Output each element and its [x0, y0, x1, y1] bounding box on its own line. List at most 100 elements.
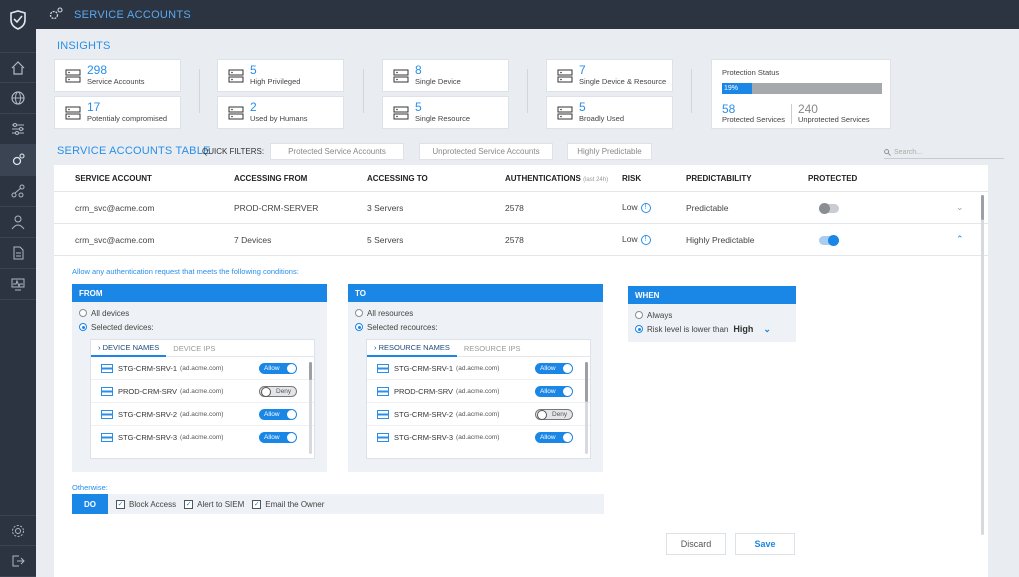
service-accounts-table: SERVICE ACCOUNT ACCESSING FROM ACCESSING… [54, 165, 988, 577]
tab-device-ips[interactable]: DEVICE IPS [166, 340, 222, 357]
insight-value: 298 [87, 63, 108, 77]
server-icon [101, 363, 113, 373]
server-icon [228, 69, 244, 82]
scrollbar-thumb[interactable] [585, 362, 588, 402]
header-authentications[interactable]: AUTHENTICATIONS (last 24h) [505, 174, 608, 183]
filter-protected[interactable]: Protected Service Accounts [270, 143, 404, 160]
radio-button[interactable] [635, 325, 643, 333]
filter-unprotected[interactable]: Unprotected Service Accounts [419, 143, 553, 160]
device-row: STG-CRM-SRV-3 (ad.acme.com) Allow [91, 426, 314, 449]
from-panel: FROM All devices Selected devices: › DEV… [72, 284, 327, 472]
from-option-all[interactable]: All devices [72, 306, 327, 320]
cell-to: 5 Servers [367, 234, 404, 245]
sliders-icon[interactable] [0, 114, 36, 145]
allow-toggle[interactable]: Allow [259, 362, 297, 374]
header-authentications-label: AUTHENTICATIONS [505, 173, 581, 183]
globe-icon[interactable] [0, 83, 36, 114]
discard-button[interactable]: Discard [666, 533, 726, 555]
graph-icon[interactable] [0, 176, 36, 207]
email-owner-checkbox[interactable]: ✓ Email the Owner [252, 499, 325, 509]
insight-card-single-resource[interactable]: 5 Single Resource [382, 96, 509, 129]
insight-card-single-device[interactable]: 8 Single Device [382, 59, 509, 92]
radio-button[interactable] [355, 309, 363, 317]
radio-button[interactable] [635, 311, 643, 319]
info-icon[interactable]: ! [640, 202, 651, 213]
server-icon [65, 106, 81, 119]
header-service-account[interactable]: SERVICE ACCOUNT [75, 174, 152, 183]
tab-device-names[interactable]: › DEVICE NAMES [91, 340, 167, 357]
chevron-up-icon[interactable]: ⌃ [956, 234, 964, 245]
chevron-down-icon[interactable]: ⌄ [956, 202, 964, 213]
from-option-selected[interactable]: Selected devices: [72, 320, 327, 334]
radio-button[interactable] [79, 323, 87, 331]
protected-toggle[interactable] [819, 203, 839, 214]
insight-card-single-device-resource[interactable]: 7 Single Device & Resource [546, 59, 673, 92]
header-accessing-from[interactable]: ACCESSING FROM [234, 174, 307, 183]
resource-name: STG-CRM-SRV-3 [394, 433, 454, 442]
resource-list-scrollbar[interactable] [585, 362, 588, 454]
insights-title: INSIGHTS [57, 40, 111, 52]
radio-button[interactable] [355, 323, 363, 331]
deny-toggle[interactable]: Deny [259, 385, 297, 397]
otherwise-title: Otherwise: [72, 483, 108, 492]
allow-toggle[interactable]: Allow [259, 408, 297, 420]
document-icon[interactable] [0, 238, 36, 269]
do-button[interactable]: DO [72, 494, 108, 514]
cell-risk: Low! [622, 202, 651, 213]
tab-resource-names[interactable]: › RESOURCE NAMES [367, 340, 457, 357]
table-row[interactable]: crm_svc@acme.com PROD-CRM-SERVER 3 Serve… [54, 192, 988, 224]
to-option-all[interactable]: All resources [348, 306, 603, 320]
insight-card-service-accounts[interactable]: 298 Service Accounts [54, 59, 181, 92]
cell-account: crm_svc@acme.com [75, 234, 155, 245]
scrollbar-thumb[interactable] [309, 362, 312, 380]
risk-value: Low [622, 202, 638, 213]
when-option-risk[interactable]: Risk level is lower than High ⌄ [628, 322, 796, 336]
protected-toggle[interactable] [819, 235, 839, 246]
resource-name: STG-CRM-SRV-2 [394, 409, 454, 419]
table-scrollbar-thumb[interactable] [981, 195, 984, 220]
tab-resource-ips[interactable]: RESOURCE IPS [457, 340, 528, 357]
allow-toggle[interactable]: Allow [259, 432, 297, 443]
logout-icon[interactable] [0, 546, 36, 577]
radio-button[interactable] [79, 309, 87, 317]
insight-label: Single Device [415, 77, 461, 86]
checkbox-label: Email the Owner [265, 499, 325, 509]
settings-icon[interactable] [0, 515, 36, 546]
alert-siem-checkbox[interactable]: ✓ Alert to SIEM [184, 499, 244, 509]
save-button[interactable]: Save [735, 533, 795, 555]
insight-card-potentially-compromised[interactable]: 17 Potentialy compromised [54, 96, 181, 129]
device-list-scrollbar[interactable] [309, 362, 312, 454]
allow-toggle[interactable]: Allow [535, 362, 573, 374]
resource-name: STG-CRM-SRV-1 [394, 363, 454, 373]
header-predictability[interactable]: PREDICTABILITY [686, 174, 752, 183]
shield-logo-icon[interactable] [0, 0, 36, 40]
monitor-icon[interactable] [0, 269, 36, 300]
to-option-selected[interactable]: Selected recources: [348, 320, 603, 334]
insight-value: 17 [87, 100, 101, 114]
table-row-expanded[interactable]: crm_svc@acme.com 7 Devices 5 Servers 257… [54, 224, 988, 256]
service-gear-icon[interactable] [0, 145, 36, 176]
header-protected[interactable]: PROTECTED [808, 174, 857, 183]
device-list: › DEVICE NAMES DEVICE IPS STG-CRM-SRV-1(… [90, 339, 315, 459]
insight-card-high-privileged[interactable]: 5 High Privileged [217, 59, 344, 92]
main-content: INSIGHTS 298 Service Accounts 17 Potential… [36, 29, 1019, 577]
resource-row: PROD-CRM-SRV (ad.acme.com) Allow [367, 380, 590, 403]
filter-highly-predictable[interactable]: Highly Predictable [567, 143, 652, 160]
allow-toggle[interactable]: Allow [535, 385, 573, 397]
block-access-checkbox[interactable]: ✓ Block Access [116, 499, 176, 509]
when-option-always[interactable]: Always [628, 308, 796, 322]
header-accessing-to[interactable]: ACCESSING TO [367, 174, 428, 183]
allow-toggle[interactable]: Allow [535, 432, 573, 443]
deny-toggle[interactable]: Deny [535, 408, 573, 420]
info-icon[interactable]: ! [640, 234, 651, 245]
header-risk[interactable]: RISK [622, 174, 641, 183]
risk-level-select[interactable]: High ⌄ [733, 324, 771, 335]
search-input[interactable]: Search... [884, 147, 1004, 159]
user-icon[interactable] [0, 207, 36, 238]
home-icon[interactable] [0, 52, 36, 83]
checkbox-checked-icon[interactable]: ✓ [252, 499, 262, 509]
checkbox-checked-icon[interactable]: ✓ [184, 499, 194, 509]
insight-card-used-by-humans[interactable]: 2 Used by Humans [217, 96, 344, 129]
insight-card-broadly-used[interactable]: 5 Broadly Used [546, 96, 673, 129]
checkbox-checked-icon[interactable]: ✓ [116, 499, 125, 509]
